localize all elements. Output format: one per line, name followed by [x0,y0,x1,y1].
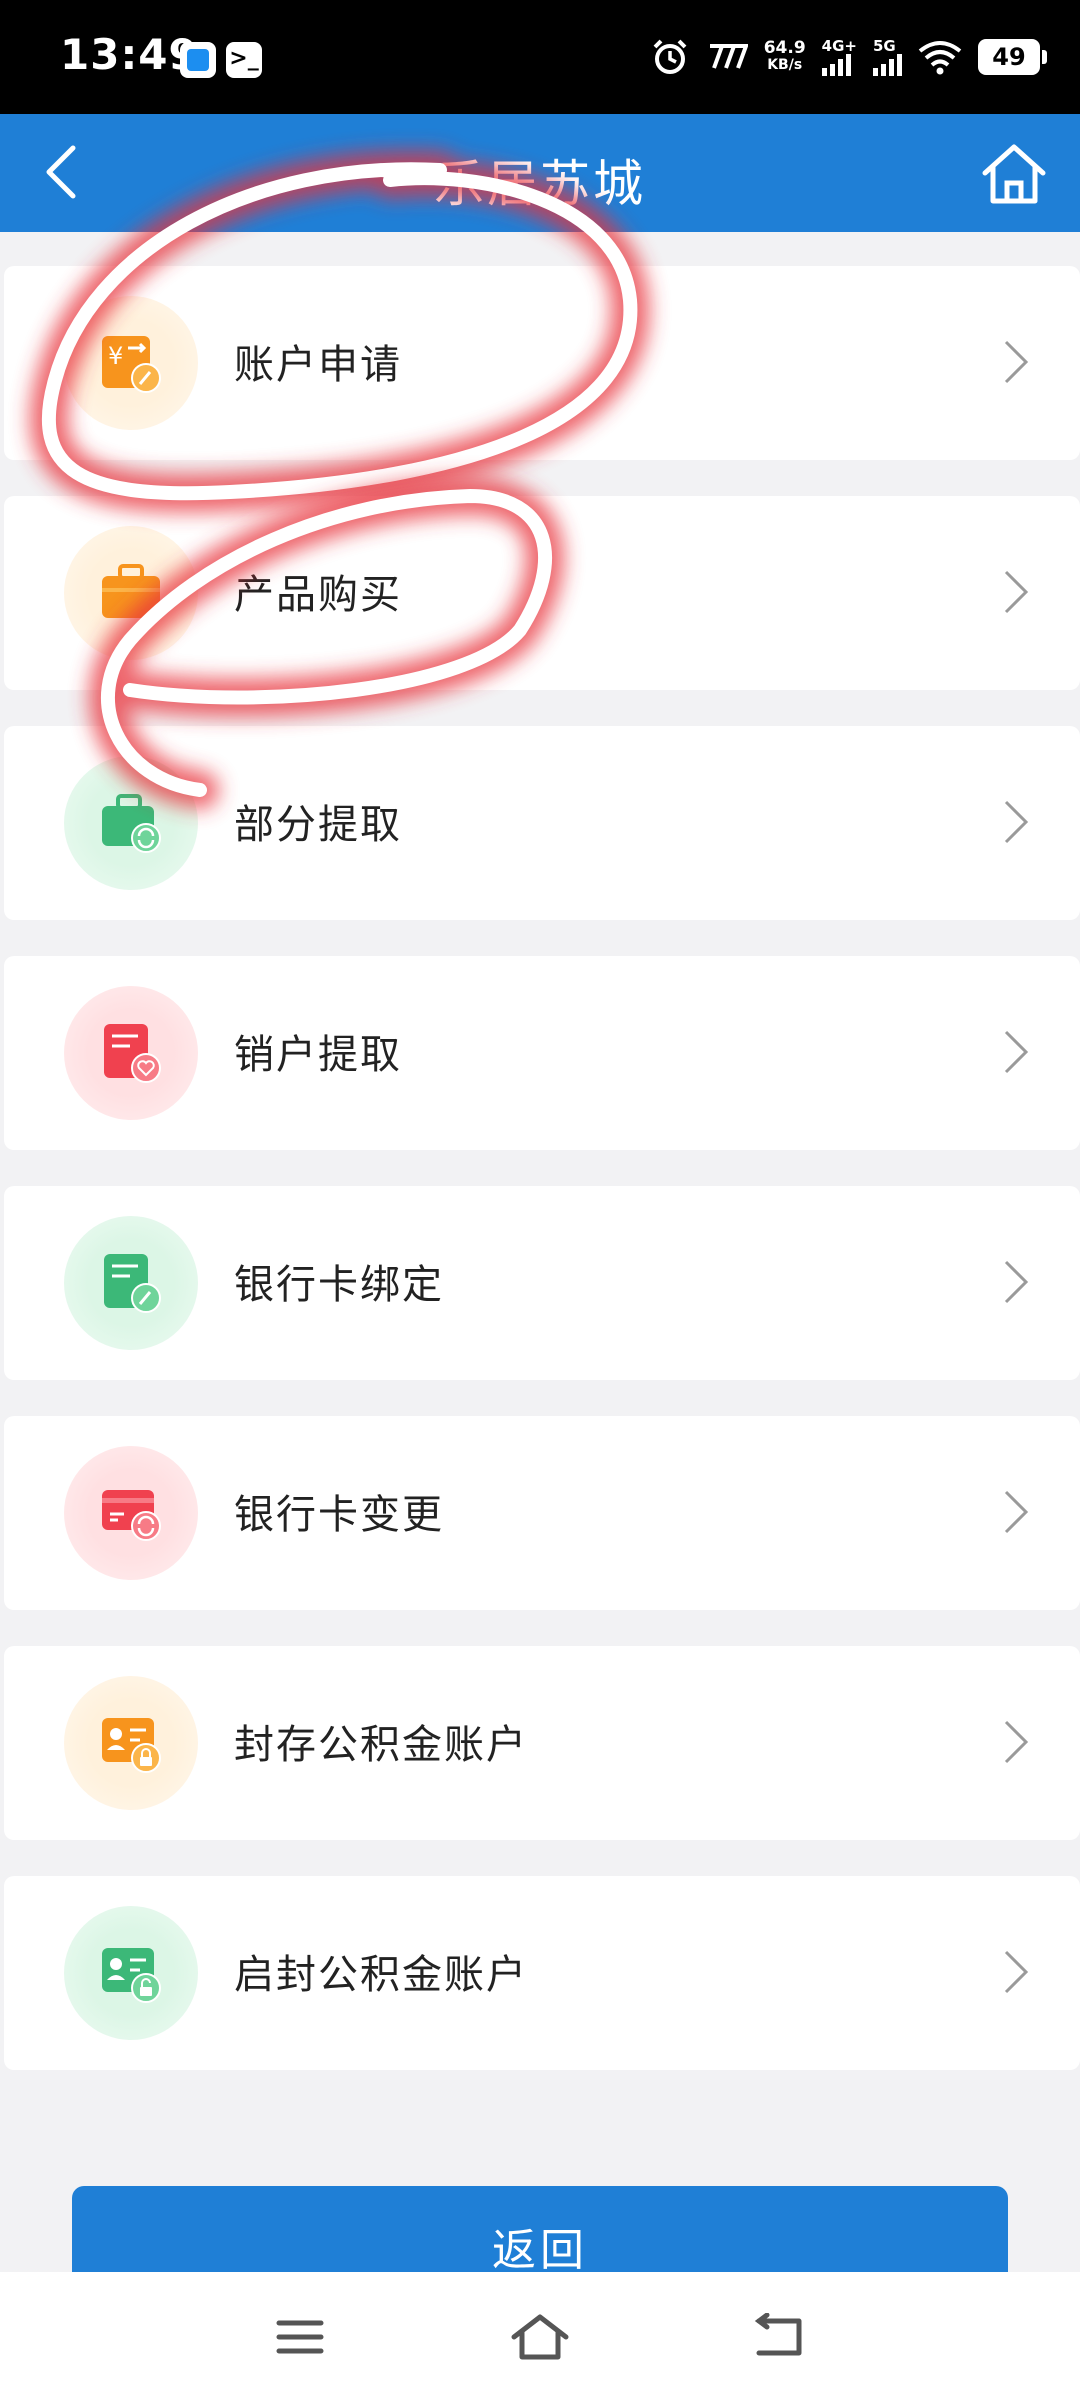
system-nav-bar [0,2272,1080,2400]
menu-item-product-purchase[interactable]: 产品购买 [4,496,1080,690]
app-header: 乐居苏城 [0,114,1080,232]
menu-item-label: 销户提取 [234,1032,402,1078]
service-menu-list: ¥ 账户申请 产品购买 部分提取 销户提取 银行卡绑定 银行卡变更 封存公积金账… [0,266,1080,2106]
back-arrow-icon [754,2313,802,2356]
signal-bars-icon [873,53,902,76]
nav-back-button[interactable] [745,2302,815,2372]
menu-item-label: 封存公积金账户 [234,1722,528,1768]
card-edit-icon [104,1254,161,1313]
page-title: 乐居苏城 [434,155,646,213]
briefcase-refresh-icon [102,794,161,853]
id-lock-icon [102,1718,161,1773]
menu-item-label: 启封公积金账户 [234,1952,528,1998]
chevron-right-icon [1004,1720,1029,1764]
alarm-icon [653,39,687,74]
menu-icon [276,2320,324,2354]
menu-item-account-apply[interactable]: ¥ 账户申请 [4,266,1080,460]
signal-5g: 5G [873,38,902,76]
chevron-right-icon [1004,1950,1029,1994]
wifi-icon [918,41,962,75]
briefcase-icon [102,564,160,618]
icon-badge [64,1216,198,1350]
chevron-right-icon [1004,1260,1029,1304]
icon-badge [64,1446,198,1580]
menu-item-seal-account[interactable]: 封存公积金账户 [4,1646,1080,1840]
chevron-right-icon [1004,1030,1029,1074]
document-heart-icon [104,1024,161,1083]
chevron-right-icon [1004,570,1029,614]
svg-text:¥: ¥ [108,342,123,370]
chevron-right-icon [1004,800,1029,844]
chevron-right-icon [1004,340,1029,384]
status-time: 13:49 [60,30,199,79]
menu-item-label: 产品购买 [234,572,402,618]
yuan-edit-icon: ¥ [102,336,161,393]
menu-item-partial-withdrawal[interactable]: 部分提取 [4,726,1080,920]
signal-4g: 4G+ [821,38,857,76]
nav-menu-button[interactable] [265,2302,335,2372]
battery-icon: 49 [978,39,1047,75]
menu-item-label: 部分提取 [234,802,402,848]
menu-item-label: 账户申请 [234,342,402,388]
status-indicators: 64.9 KB/s 4G+ 5G 49 [650,34,1047,80]
terminal-notification-icon: >_ [226,42,262,78]
icon-badge [64,1906,198,2040]
nav-home-button[interactable] [505,2302,575,2372]
icon-badge [64,756,198,890]
menu-item-bank-card-change[interactable]: 银行卡变更 [4,1416,1080,1610]
icon-badge [64,986,198,1120]
icon-badge [64,1676,198,1810]
menu-item-close-account-withdrawal[interactable]: 销户提取 [4,956,1080,1150]
icon-badge [64,526,198,660]
signal-bars-icon [821,53,851,76]
home-outline-icon [511,2314,569,2360]
id-unlock-icon [102,1948,161,2003]
app-notification-icon [180,42,216,78]
menu-item-label: 银行卡绑定 [234,1262,444,1308]
home-button[interactable] [978,140,1050,208]
chevron-right-icon [1004,1490,1029,1534]
hd-voice-icon [709,44,748,69]
network-speed: 64.9 KB/s [763,38,806,74]
icon-badge: ¥ [64,296,198,430]
home-icon [982,144,1046,204]
menu-item-unseal-account[interactable]: 启封公积金账户 [4,1876,1080,2070]
menu-item-bank-card-bind[interactable]: 银行卡绑定 [4,1186,1080,1380]
status-bar: 13:49 >_ 64.9 KB/s 4G+ 5G 49 [0,0,1080,114]
menu-item-label: 银行卡变更 [234,1492,444,1538]
card-refresh-icon [102,1490,161,1541]
